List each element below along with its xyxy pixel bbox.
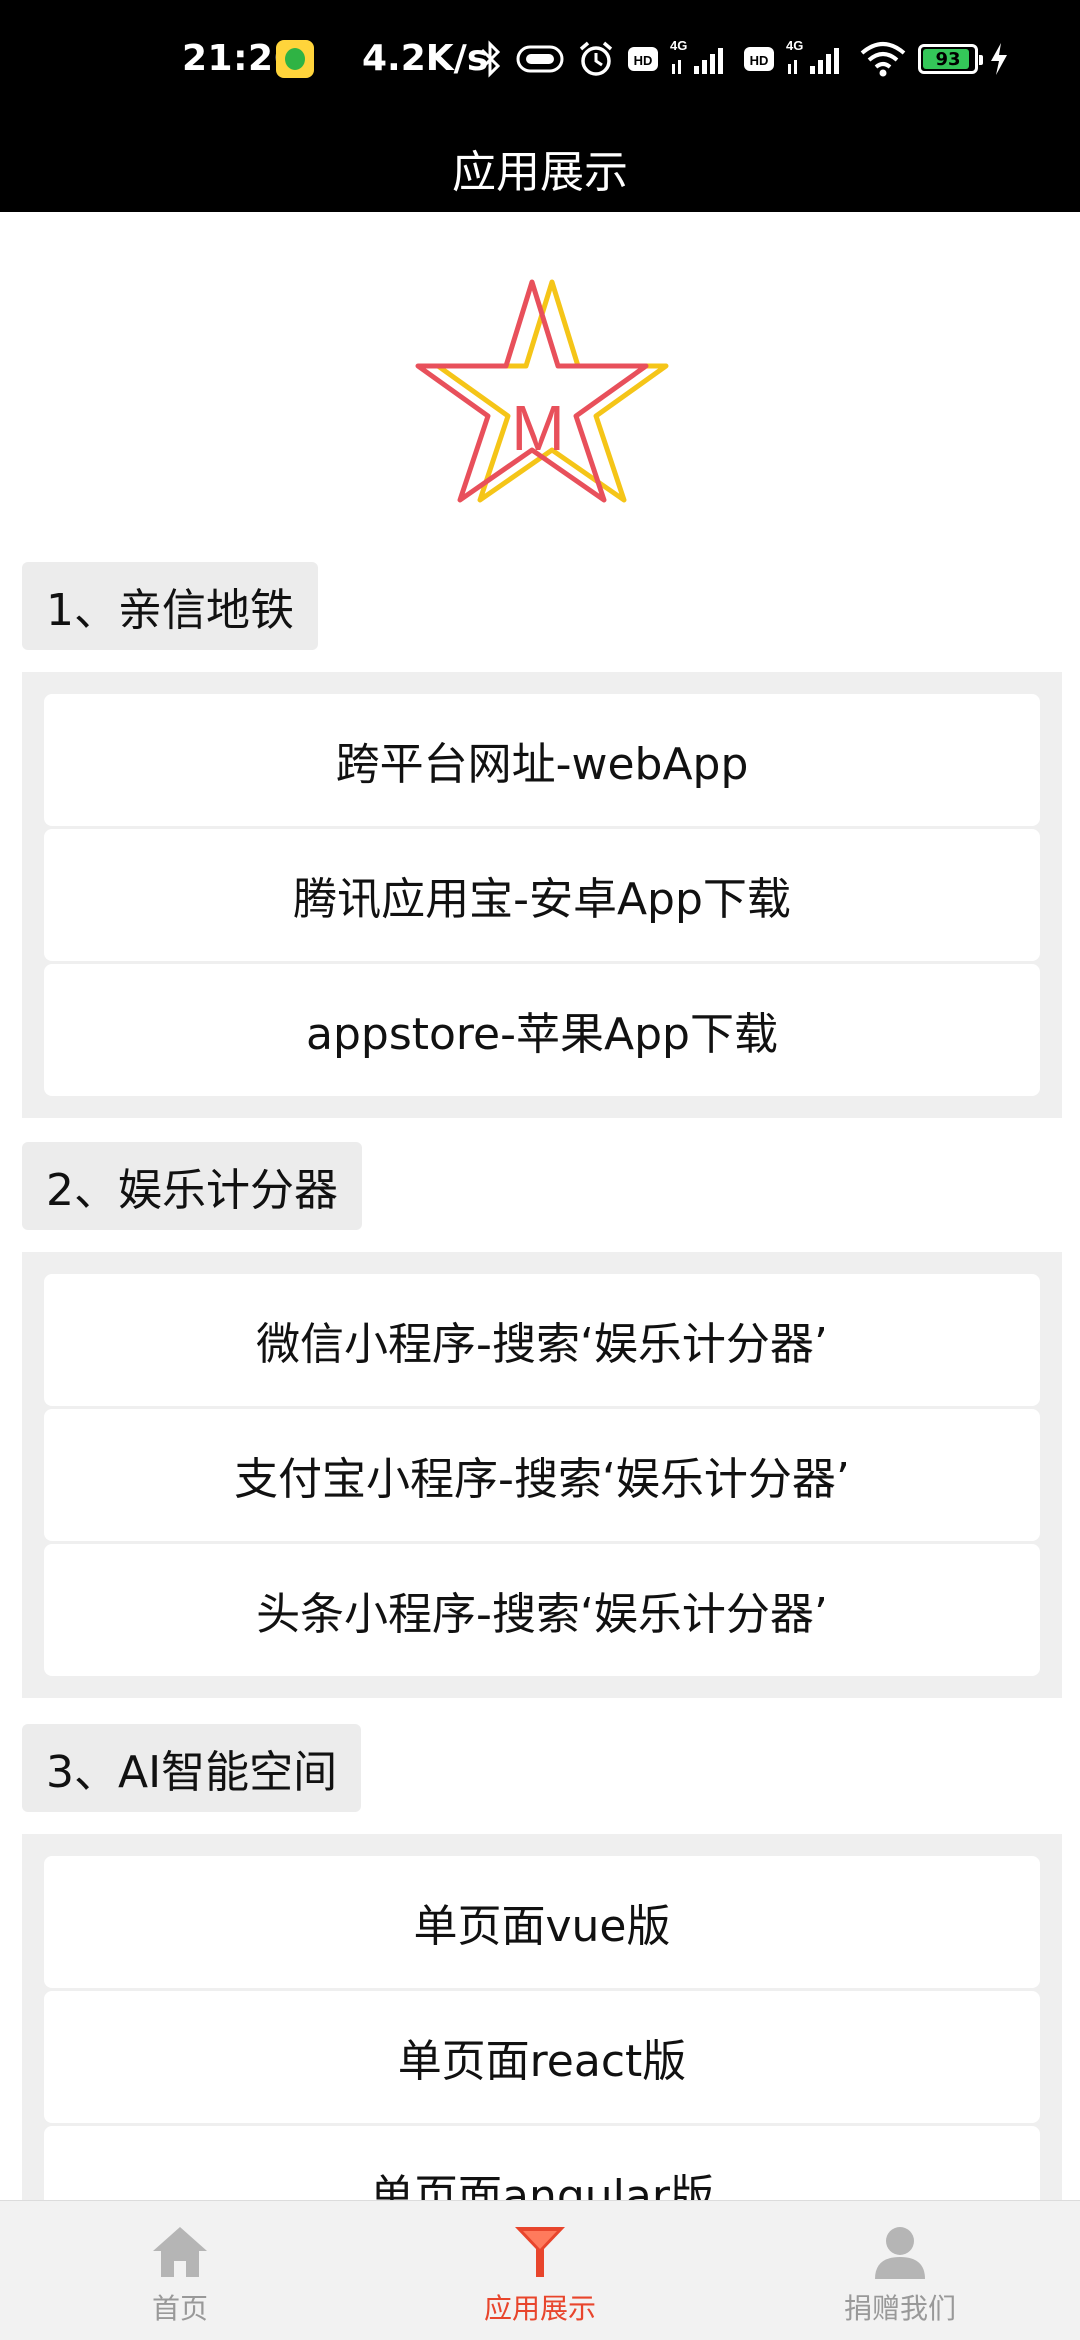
status-bar: 21:26 4.2K/s HD 4G HD 4G 93 <box>0 0 1080 124</box>
section-list: 微信小程序-搜索‘娱乐计分器’ 支付宝小程序-搜索‘娱乐计分器’ 头条小程序-搜… <box>22 1252 1062 1698</box>
nav-label: 应用展示 <box>483 2292 596 2325</box>
bottom-nav: 首页 应用展示 捐赠我们 <box>0 2200 1080 2340</box>
hd-icon: HD <box>744 47 774 71</box>
nav-item-donate[interactable]: 捐赠我们 <box>720 2201 1080 2340</box>
charging-icon <box>991 43 1007 75</box>
app-screen: 21:26 4.2K/s HD 4G HD 4G 93 应用展示 M 1、亲信地… <box>0 0 1080 2340</box>
battery-level: 93 <box>935 48 961 70</box>
wifi-icon <box>860 42 906 77</box>
vibrate-icon <box>516 45 564 73</box>
nav-label: 捐赠我们 <box>843 2292 956 2325</box>
signal-4g-icon: 4G <box>786 38 839 74</box>
nav-item-app-showcase[interactable]: 应用展示 <box>360 2201 720 2340</box>
network-speed: 4.2K/s <box>362 38 489 79</box>
logo-letter: M <box>511 392 564 464</box>
content-area[interactable]: M 1、亲信地铁 跨平台网址-webApp 腾讯应用宝-安卓App下载 apps… <box>0 212 1080 2200</box>
link-button[interactable]: 头条小程序-搜索‘娱乐计分器’ <box>44 1544 1040 1676</box>
link-button[interactable]: 腾讯应用宝-安卓App下载 <box>44 829 1040 961</box>
link-button[interactable]: 单页面react版 <box>44 1991 1040 2123</box>
home-icon <box>153 2227 207 2277</box>
signal-4g-icon: 4G <box>670 38 723 74</box>
page-title: 应用展示 <box>452 147 628 198</box>
section-title: 2、娱乐计分器 <box>22 1142 362 1230</box>
nav-label: 首页 <box>151 2292 208 2325</box>
svg-text:HD: HD <box>634 53 653 68</box>
status-icons: HD 4G HD 4G 93 <box>478 34 1010 84</box>
section-title: 3、AI智能空间 <box>22 1724 362 1812</box>
title-bar: 应用展示 <box>0 124 1080 212</box>
mini-app-icon <box>276 40 314 78</box>
star-logo: M <box>388 246 692 550</box>
user-icon <box>875 2227 925 2279</box>
link-button[interactable]: 跨平台网址-webApp <box>44 694 1040 826</box>
link-button[interactable]: 支付宝小程序-搜索‘娱乐计分器’ <box>44 1409 1040 1541</box>
link-button[interactable]: 单页面vue版 <box>44 1856 1040 1988</box>
section-list: 跨平台网址-webApp 腾讯应用宝-安卓App下载 appstore-苹果Ap… <box>22 672 1062 1118</box>
svg-text:4G: 4G <box>786 38 803 53</box>
alarm-icon <box>579 41 613 76</box>
star-logo-icon: M <box>415 279 669 503</box>
link-button[interactable]: 单页面angular版 <box>44 2126 1040 2200</box>
hd-icon: HD <box>628 47 658 71</box>
app-showcase-icon <box>515 2227 565 2277</box>
svg-text:HD: HD <box>750 53 769 68</box>
nav-item-home[interactable]: 首页 <box>0 2201 360 2340</box>
bluetooth-icon <box>480 40 501 78</box>
section-list: 单页面vue版 单页面react版 单页面angular版 <box>22 1834 1062 2200</box>
battery-icon: 93 <box>918 44 983 74</box>
link-button[interactable]: appstore-苹果App下载 <box>44 964 1040 1096</box>
section-title: 1、亲信地铁 <box>22 562 318 650</box>
svg-text:4G: 4G <box>670 38 687 53</box>
link-button[interactable]: 微信小程序-搜索‘娱乐计分器’ <box>44 1274 1040 1406</box>
